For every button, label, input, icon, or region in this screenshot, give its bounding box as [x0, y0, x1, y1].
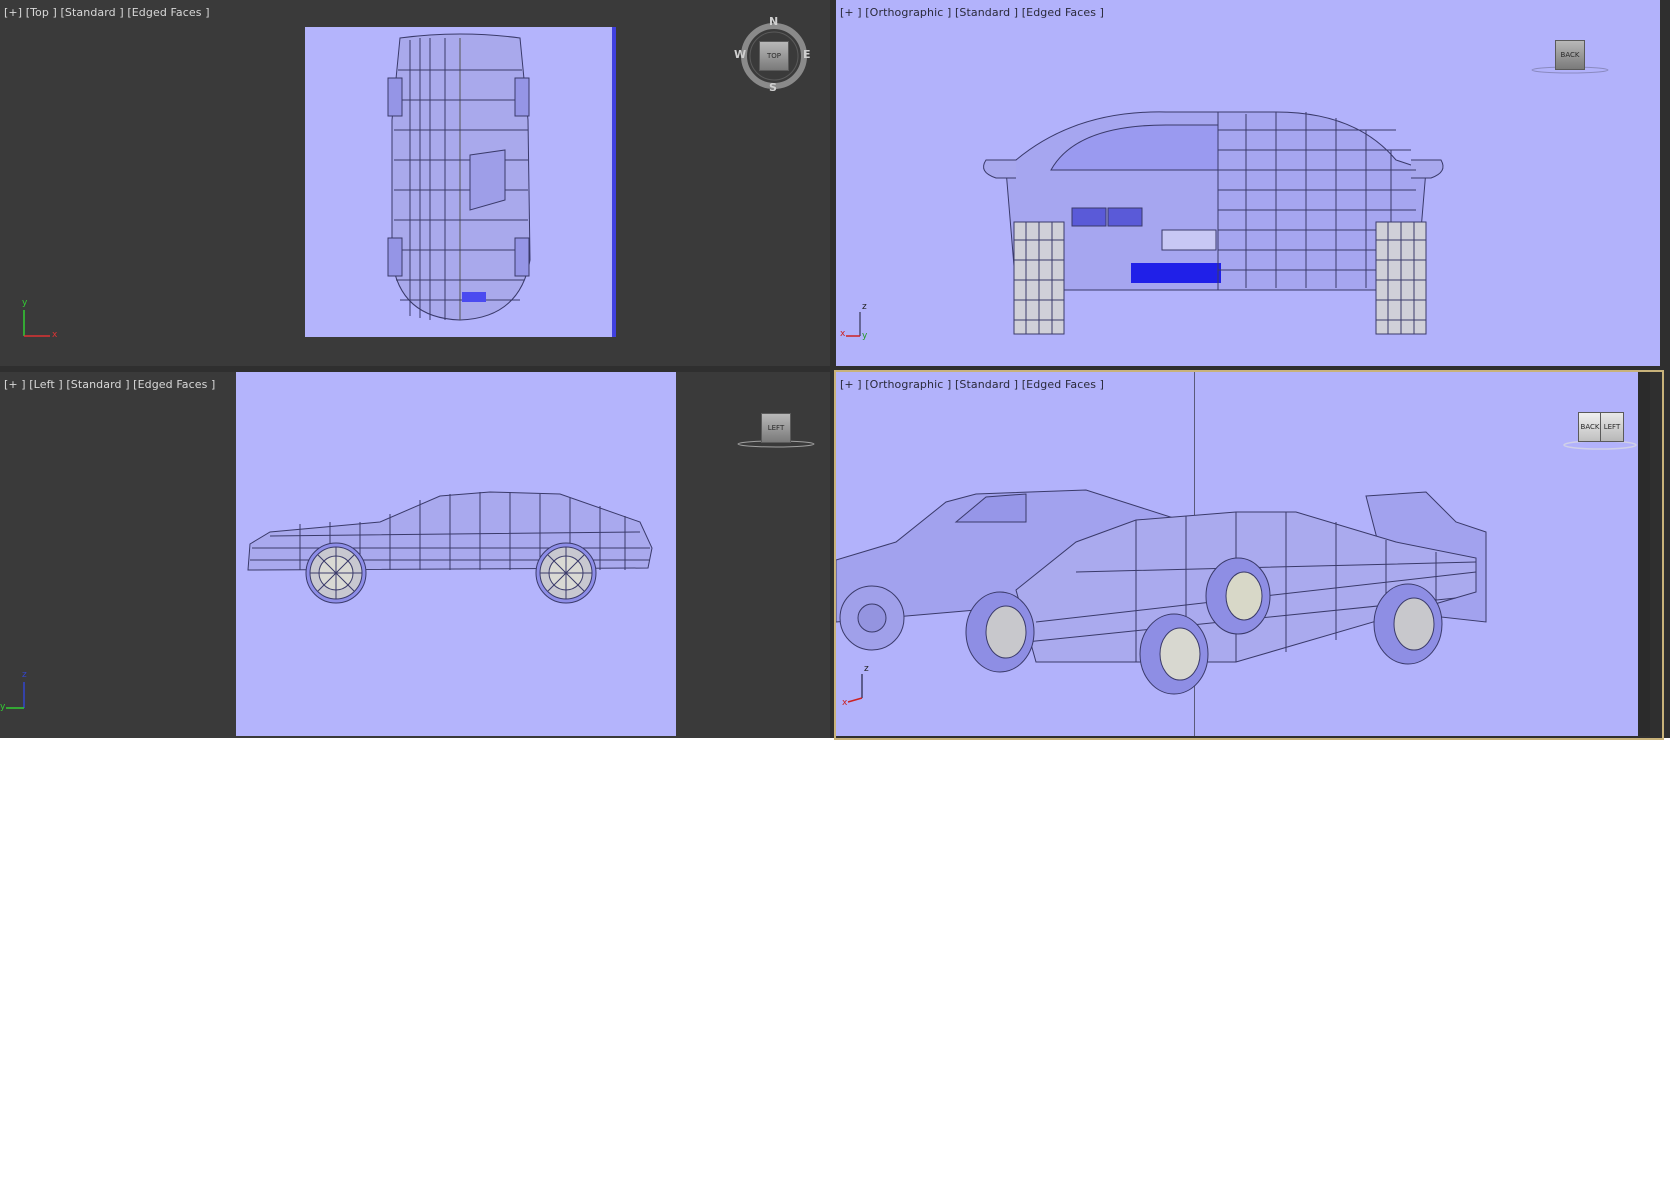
viewport-ortho-back[interactable]: [+ ] [Orthographic ] [Standard ] [Edged …: [836, 0, 1660, 366]
axis-tripod: y x: [18, 298, 58, 344]
axis-label-y: y: [22, 298, 28, 308]
viewport-top[interactable]: [+] [Top ] [Standard ] [Edged Faces ] TO…: [0, 0, 830, 366]
compass-east[interactable]: E: [803, 48, 811, 61]
axis-label-x: x: [840, 329, 846, 339]
viewport-left[interactable]: [+ ] [Left ] [Standard ] [Edged Faces ]: [0, 372, 830, 738]
axis-label-x: x: [52, 330, 58, 340]
axis-label-x: x: [842, 698, 848, 708]
axis-tripod: z x: [840, 664, 880, 708]
viewcube-face-back[interactable]: BACK: [1578, 412, 1602, 442]
car-wireframe-perspective: [836, 489, 1487, 695]
viewport-label[interactable]: [+ ] [Orthographic ] [Standard ] [Edged …: [840, 378, 1104, 391]
axis-label-y: y: [862, 331, 868, 341]
car-wireframe-side: [247, 491, 653, 604]
viewport-label[interactable]: [+] [Top ] [Standard ] [Edged Faces ]: [4, 6, 210, 19]
viewcube[interactable]: LEFT: [736, 410, 816, 450]
viewport-label[interactable]: [+ ] [Left ] [Standard ] [Edged Faces ]: [4, 378, 215, 391]
axis-tripod: z x y: [840, 302, 880, 346]
viewcube[interactable]: TOP N S E W: [734, 15, 812, 96]
axis-tripod: z y: [0, 670, 40, 716]
axis-label-z: z: [864, 664, 869, 674]
car-wireframe-top: [387, 33, 531, 321]
viewport-ortho-active[interactable]: [+ ] [Orthographic ] [Standard ] [Edged …: [836, 372, 1650, 736]
viewport-layout: [+] [Top ] [Standard ] [Edged Faces ] TO…: [0, 0, 1670, 740]
viewcube[interactable]: BACK: [1530, 36, 1610, 76]
viewcube-face-top[interactable]: TOP: [759, 41, 789, 71]
compass-south[interactable]: S: [769, 81, 777, 94]
viewcube-face-left[interactable]: LEFT: [1600, 412, 1624, 442]
viewcube[interactable]: BACK LEFT: [1560, 408, 1640, 452]
axis-label-z: z: [862, 302, 867, 312]
compass-north[interactable]: N: [769, 15, 778, 28]
compass-west[interactable]: W: [734, 48, 746, 61]
viewcube-face-left[interactable]: LEFT: [761, 413, 791, 443]
axis-label-z: z: [22, 670, 27, 680]
viewcube-face-back[interactable]: BACK: [1555, 40, 1585, 70]
axis-label-y: y: [0, 702, 6, 712]
viewport-label[interactable]: [+ ] [Orthographic ] [Standard ] [Edged …: [840, 6, 1104, 19]
